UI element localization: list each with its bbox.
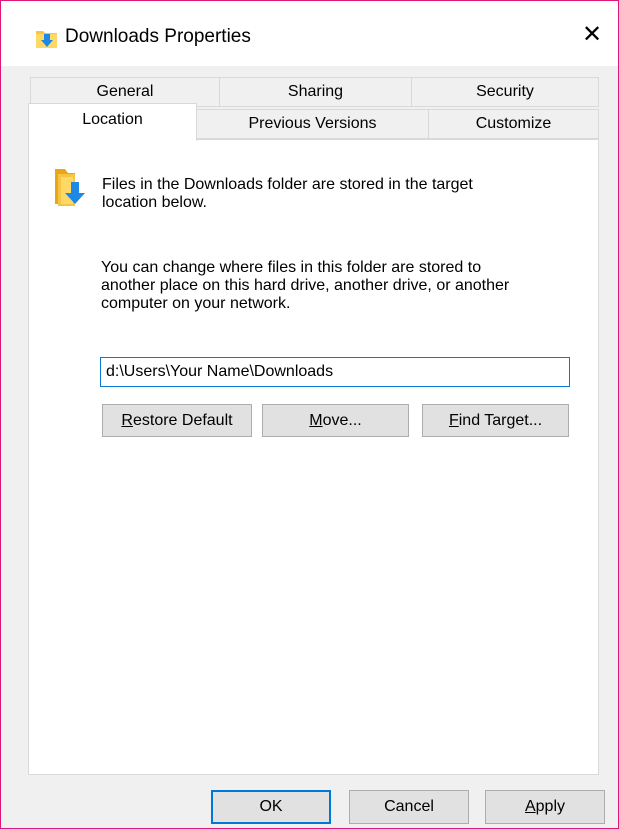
button-label: ind Target... (458, 411, 543, 429)
description-line: computer on your network. (101, 295, 291, 312)
tab-location[interactable]: Location (28, 103, 197, 141)
downloads-folder-icon (36, 31, 57, 48)
tab-label: Location (82, 110, 143, 128)
info-text: Files in the Downloads folder are stored… (102, 176, 473, 212)
info-line: location below. (102, 194, 207, 211)
tab-label: Previous Versions (248, 115, 377, 132)
access-key: R (121, 411, 133, 429)
description-line: You can change where files in this folde… (101, 259, 482, 276)
tab-label: General (96, 83, 154, 100)
properties-dialog: Downloads Properties ✕ General Sharing S… (0, 0, 619, 829)
button-label: estore Default (132, 411, 233, 429)
button-label: ove... (322, 411, 362, 429)
cancel-button[interactable]: Cancel (349, 790, 469, 824)
close-icon: ✕ (581, 20, 603, 48)
window-title: Downloads Properties (65, 26, 251, 47)
tab-strip: General Sharing Security Location Previo… (1, 75, 618, 141)
tab-sharing[interactable]: Sharing (219, 77, 412, 107)
access-key: M (309, 411, 323, 429)
restore-default-button[interactable]: Restore Default (102, 404, 252, 437)
location-tab-panel (28, 139, 599, 775)
downloads-folder-icon (55, 169, 85, 206)
tab-security[interactable]: Security (411, 77, 599, 107)
button-label: pply (535, 798, 566, 815)
button-label: OK (259, 798, 283, 815)
description-text: You can change where files in this folde… (101, 259, 509, 313)
tab-label: Customize (475, 115, 552, 132)
tab-label: Sharing (287, 83, 344, 100)
description-line: another place on this hard drive, anothe… (101, 277, 510, 294)
tab-label: Security (476, 83, 534, 100)
title-bar[interactable]: Downloads Properties ✕ (1, 1, 618, 66)
ok-button[interactable]: OK (211, 790, 331, 824)
find-target-button[interactable]: Find Target... (422, 404, 569, 437)
move-button[interactable]: Move... (262, 404, 409, 437)
info-line: Files in the Downloads folder are stored… (102, 176, 473, 193)
target-path-input[interactable] (100, 357, 570, 387)
access-key: A (524, 798, 536, 815)
button-label: Cancel (384, 798, 434, 815)
apply-button[interactable]: Apply (485, 790, 605, 824)
access-key: F (448, 411, 459, 429)
tab-customize[interactable]: Customize (428, 109, 599, 139)
tab-previous-versions[interactable]: Previous Versions (196, 109, 429, 139)
close-button[interactable]: ✕ (566, 17, 618, 51)
